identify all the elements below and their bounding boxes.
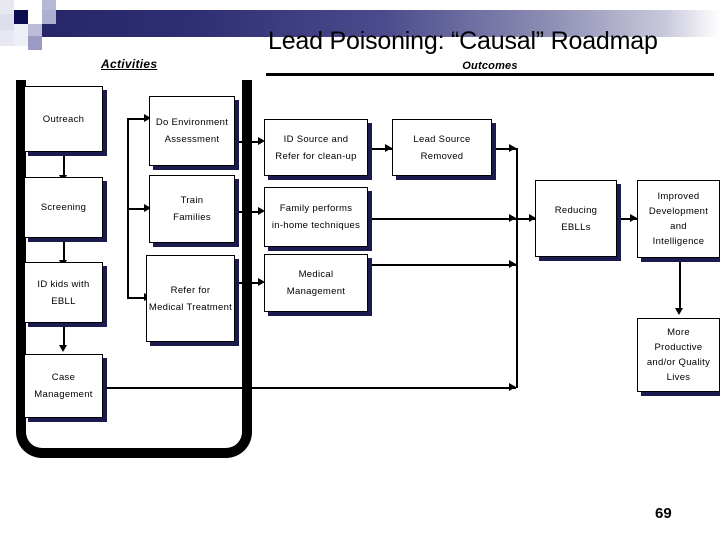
- square-pale-lavender-icon: [0, 0, 14, 14]
- arrowhead-right-icon: [509, 383, 516, 391]
- arrowhead-right-icon: [509, 144, 516, 152]
- box-refer-medical-treatment-line-0: Refer for: [170, 284, 211, 296]
- box-medical-management[interactable]: Medical Management: [264, 254, 368, 312]
- square-mid-lavender-icon: [28, 24, 42, 36]
- box-do-env-assessment[interactable]: Do Environment Assessment: [149, 96, 235, 166]
- box-family-in-home[interactable]: Family performs in-home techniques: [264, 187, 368, 247]
- box-lead-source-removed-line-1: Removed: [420, 150, 464, 162]
- connector-merge-spine: [516, 148, 518, 388]
- square-mid-lavender-icon: [42, 10, 56, 24]
- box-lead-source-removed[interactable]: Lead Source Removed: [392, 119, 492, 176]
- box-improved-development-line-1: Development: [648, 206, 709, 217]
- box-train-families-line-1: Families: [173, 212, 211, 223]
- box-train-families[interactable]: Train Families: [149, 175, 235, 243]
- connector-family-to-spine: [368, 218, 516, 220]
- page-title: Lead Poisoning: “Causal” Roadmap: [268, 27, 658, 55]
- box-id-kids-ebll-line-1: EBLL: [51, 295, 76, 307]
- box-reducing-ebll-line-0: Reducing: [554, 204, 598, 216]
- connector-outreach-screening: [63, 153, 65, 177]
- box-reducing-ebll-line-1: EBLLs: [561, 221, 591, 233]
- box-family-in-home-line-1: in-home techniques: [271, 220, 361, 231]
- arrowhead-right-icon: [509, 214, 516, 222]
- box-outreach-line-0: Outreach: [42, 113, 85, 125]
- box-improved-development[interactable]: Improved Development and Intelligence: [637, 180, 720, 258]
- box-lead-source-removed-line-0: Lead Source: [413, 133, 471, 145]
- arrowhead-right-icon: [385, 144, 392, 152]
- box-train-families-line-0: Train: [180, 195, 204, 206]
- square-light-lavender-icon: [28, 0, 42, 10]
- box-refer-medical-treatment-line-1: Medical Treatment: [148, 301, 233, 313]
- arrowhead-right-icon: [509, 260, 516, 268]
- arrowhead-down-icon: [675, 308, 683, 315]
- arrowhead-down-icon: [59, 345, 67, 352]
- page-number: 69: [655, 505, 672, 522]
- box-improved-development-line-2: and: [670, 221, 687, 232]
- box-more-productive-line-0: More: [667, 327, 690, 338]
- activities-column-header: Activities: [101, 57, 158, 71]
- box-medical-management-line-0: Medical: [298, 269, 334, 280]
- square-pale-lavender-icon: [0, 30, 14, 46]
- box-medical-management-line-1: Management: [286, 286, 346, 297]
- box-screening[interactable]: Screening: [24, 177, 103, 238]
- box-improved-development-line-0: Improved: [657, 191, 700, 202]
- box-screening-line-0: Screening: [40, 202, 87, 213]
- box-id-source-cleanup[interactable]: ID Source and Refer for clean-up: [264, 119, 368, 176]
- box-more-productive-line-1: Productive: [654, 342, 703, 353]
- box-more-productive-line-3: Lives: [666, 372, 691, 383]
- square-pale-lavender-icon: [14, 24, 28, 46]
- connector-casemgmt-to-right: [104, 387, 516, 389]
- outcomes-column-header: Outcomes: [266, 60, 714, 76]
- box-more-productive[interactable]: More Productive and/or Quality Lives: [637, 318, 720, 392]
- square-dark-navy-icon: [14, 10, 28, 24]
- box-refer-medical-treatment[interactable]: Refer for Medical Treatment: [146, 255, 235, 342]
- box-improved-development-line-3: Intelligence: [652, 236, 705, 247]
- square-light-lavender-icon: [42, 0, 56, 10]
- connector-improved-to-productive: [679, 258, 681, 310]
- box-do-env-assessment-line-1: Assessment: [164, 134, 220, 145]
- box-case-management-line-1: Management: [34, 389, 93, 400]
- box-reducing-ebll[interactable]: Reducing EBLLs: [535, 180, 617, 257]
- square-dark-navy-icon: [42, 24, 56, 36]
- box-family-in-home-line-0: Family performs: [279, 203, 353, 214]
- box-id-kids-ebll-line-0: ID kids with: [37, 278, 90, 290]
- box-case-management-line-0: Case: [51, 372, 76, 383]
- box-do-env-assessment-line-0: Do Environment: [155, 117, 229, 128]
- box-id-source-cleanup-line-0: ID Source and: [283, 133, 349, 145]
- connector-idkids-casemgmt: [63, 323, 65, 347]
- square-pale-lavender-icon: [0, 14, 14, 30]
- box-id-source-cleanup-line-1: Refer for clean-up: [275, 150, 357, 162]
- arrowhead-right-icon: [630, 214, 637, 222]
- box-outreach[interactable]: Outreach: [24, 86, 103, 152]
- connector-screening-idkids: [63, 238, 65, 262]
- connector-medmgmt-to-spine: [368, 264, 516, 266]
- box-more-productive-line-2: and/or Quality: [646, 357, 711, 368]
- box-case-management[interactable]: Case Management: [24, 354, 103, 418]
- box-id-kids-ebll[interactable]: ID kids with EBLL: [24, 262, 103, 323]
- square-mid-lavender-icon: [28, 36, 42, 50]
